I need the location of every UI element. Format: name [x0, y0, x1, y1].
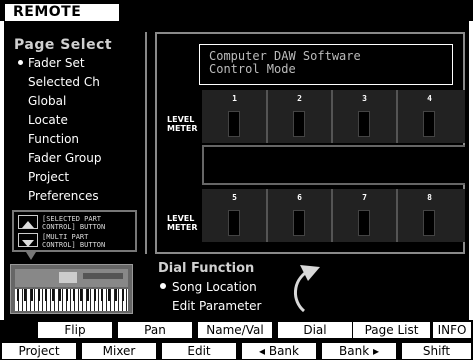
channel-meter: 1: [204, 90, 265, 143]
page-list-button[interactable]: Page List: [352, 321, 431, 339]
channel-meter: 5: [204, 189, 265, 242]
project-button[interactable]: Project: [1, 342, 77, 360]
multi-part-button-label: [MULTI PART CONTROL] BUTTON: [42, 233, 106, 249]
channel-meter: 3: [334, 90, 395, 143]
menu-item-fader-group[interactable]: Fader Group: [18, 151, 101, 165]
channel-meter: 7: [334, 189, 395, 242]
level-meter-label-top: LEVEL METER: [167, 115, 198, 133]
main-screen: Page Select Fader Set Selected Ch Global…: [4, 21, 469, 320]
flip-button[interactable]: Flip: [37, 321, 113, 339]
bank-prev-button[interactable]: ◂ Bank: [241, 342, 317, 360]
menu-item-preferences[interactable]: Preferences: [18, 189, 99, 203]
synthesizer-icon: [10, 264, 133, 314]
hardware-button-legend: [SELECTED PART CONTROL] BUTTON [MULTI PA…: [12, 210, 137, 252]
dial-option-edit-parameter[interactable]: Edit Parameter: [160, 299, 261, 313]
menu-item-locate[interactable]: Locate: [18, 113, 68, 127]
dial-option-song-location[interactable]: Song Location: [160, 280, 257, 294]
channel-meter: 6: [269, 189, 330, 242]
curved-arrow-icon: [294, 265, 320, 313]
name-val-button[interactable]: Name/Val: [197, 321, 273, 339]
level-meter-label-bottom: LEVEL METER: [167, 214, 198, 232]
dial-button[interactable]: Dial: [277, 321, 353, 339]
menu-item-selected-ch[interactable]: Selected Ch: [18, 75, 100, 89]
screen-title: REMOTE: [4, 3, 120, 21]
menu-item-function[interactable]: Function: [18, 132, 79, 146]
channel-meter: 2: [269, 90, 330, 143]
callout-pointer: [26, 252, 36, 260]
selected-dot-icon: [160, 283, 166, 289]
menu-item-global[interactable]: Global: [18, 94, 66, 108]
edit-button[interactable]: Edit: [161, 342, 237, 360]
page-select-title: Page Select: [14, 37, 113, 53]
menu-item-fader-set[interactable]: Fader Set: [18, 56, 85, 70]
mixer-button[interactable]: Mixer: [81, 342, 157, 360]
pan-button[interactable]: Pan: [117, 321, 193, 339]
name-display-band: [202, 145, 465, 185]
selected-part-button-label: [SELECTED PART CONTROL] BUTTON: [42, 215, 106, 231]
dial-function-title: Dial Function: [158, 261, 255, 276]
triangle-down-icon: [18, 233, 38, 247]
bank-next-button[interactable]: Bank ▸: [321, 342, 397, 360]
channel-meter: 4: [399, 90, 460, 143]
vertical-divider: [145, 32, 147, 254]
triangle-up-icon: [18, 215, 38, 229]
menu-item-project[interactable]: Project: [18, 170, 69, 184]
info-button[interactable]: INFO: [432, 321, 472, 339]
selected-dot-icon: [18, 60, 23, 65]
shift-button[interactable]: Shift: [401, 342, 472, 360]
channel-meter: 8: [399, 189, 460, 242]
lcd-line-2: Control Mode: [209, 62, 296, 76]
